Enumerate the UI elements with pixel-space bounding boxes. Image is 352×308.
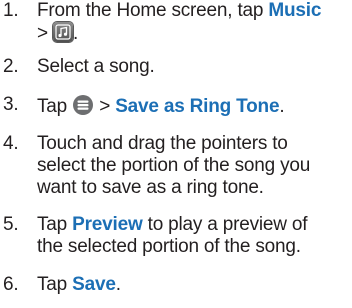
step-text-part: Tap: [37, 96, 73, 117]
step-text: Touch and drag the pointers to select th…: [37, 133, 349, 199]
step-number: 3.: [3, 94, 19, 115]
step-number: 4.: [3, 133, 19, 154]
keyword-save: Save: [72, 274, 116, 295]
step-text: Tap > Save as Ring Tone.: [37, 94, 349, 118]
step-text-part: Tap: [37, 274, 73, 295]
step-text-part: >: [94, 96, 116, 117]
step-text-line: the selected portion of the song.: [37, 236, 301, 257]
step-text-part: to play a preview of: [142, 214, 308, 235]
step-number: 1.: [3, 0, 19, 21]
keyword-save-as-ring-tone: Save as Ring Tone: [115, 96, 280, 117]
step-number: 5.: [3, 214, 19, 235]
step-text-part: From the Home screen, tap: [37, 0, 269, 21]
keyword-preview: Preview: [72, 214, 143, 235]
step-text-part: .: [279, 96, 285, 117]
menu-list-icon: [72, 94, 94, 116]
step-text-part: .: [115, 274, 121, 295]
step-text-line: Touch and drag the pointers to: [37, 133, 288, 154]
step-number: 2.: [3, 56, 19, 77]
music-app-icon: [52, 22, 73, 48]
step-text: Select a song.: [37, 56, 155, 77]
step-text-line: want to save as a ring tone.: [37, 177, 264, 198]
step-text-part: Tap: [37, 214, 73, 235]
step-number: 6.: [3, 274, 19, 295]
step-text-part: >: [37, 23, 53, 44]
step-text-part: .: [72, 23, 79, 44]
step-text: From the Home screen, tap Music > .: [37, 0, 349, 48]
step-text-line: select the portion of the song you: [37, 155, 311, 176]
keyword-music: Music: [268, 0, 322, 21]
step-text: Tap Preview to play a preview of the sel…: [37, 214, 349, 258]
step-text: Tap Save.: [37, 274, 349, 296]
